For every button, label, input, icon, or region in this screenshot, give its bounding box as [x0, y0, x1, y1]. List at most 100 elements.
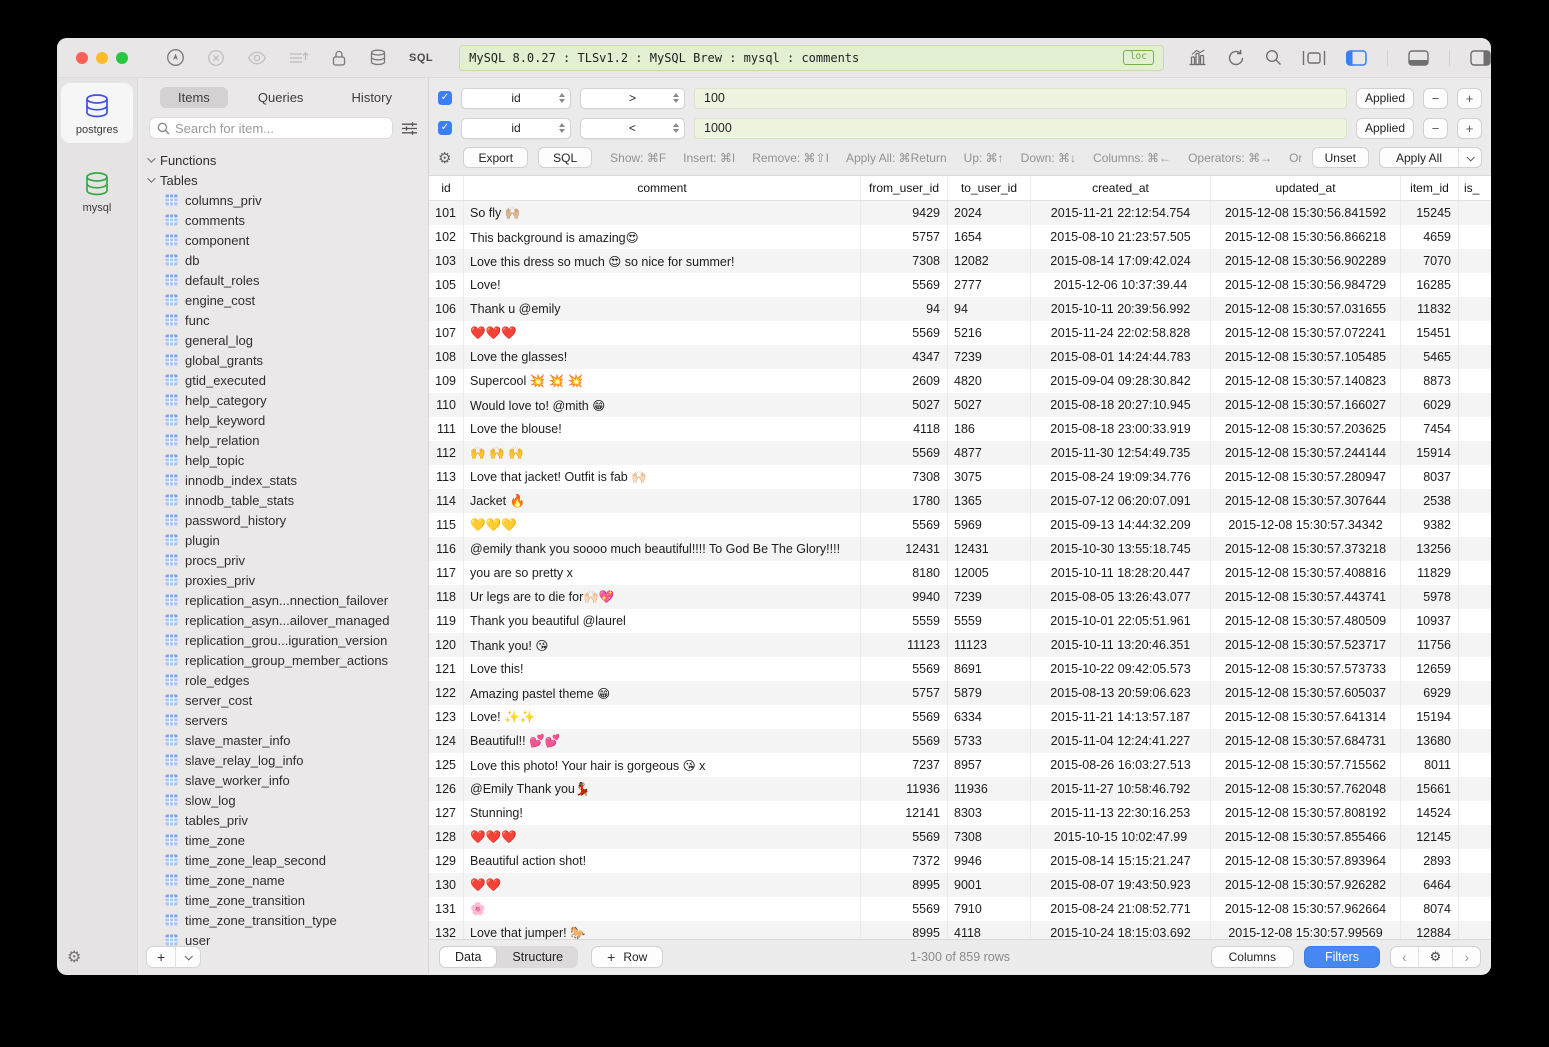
cell-from-user-id[interactable]: 9429: [861, 201, 948, 225]
cell-item-id[interactable]: 7070: [1401, 249, 1459, 273]
cell-from-user-id[interactable]: 2609: [861, 369, 948, 393]
cell-created-at[interactable]: 2015-08-05 13:26:43.077: [1031, 585, 1211, 609]
cell-from-user-id[interactable]: 94: [861, 297, 948, 321]
cell-id[interactable]: 132: [429, 921, 464, 939]
cell-created-at[interactable]: 2015-08-01 14:24:44.783: [1031, 345, 1211, 369]
lock-icon[interactable]: [331, 49, 347, 67]
cell-is[interactable]: [1459, 417, 1491, 441]
sidebar-table-item[interactable]: slave_relay_log_info: [138, 750, 428, 770]
cell-comment[interactable]: Love this photo! Your hair is gorgeous 😘…: [464, 753, 861, 777]
table-row[interactable]: 113 Love that jacket! Outfit is fab 🙌🏻 7…: [429, 465, 1491, 489]
cell-created-at[interactable]: 2015-08-14 17:09:42.024: [1031, 249, 1211, 273]
filter-enabled-checkbox[interactable]: ✓: [438, 121, 452, 135]
column-header-updated-at[interactable]: updated_at: [1211, 176, 1401, 200]
cell-item-id[interactable]: 11832: [1401, 297, 1459, 321]
cell-is[interactable]: [1459, 633, 1491, 657]
cell-is[interactable]: [1459, 777, 1491, 801]
cell-is[interactable]: [1459, 585, 1491, 609]
toggle-right-panel-icon[interactable]: [1470, 50, 1491, 66]
table-row[interactable]: 119 Thank you beautiful @laurel 5559 555…: [429, 609, 1491, 633]
cell-to-user-id[interactable]: 12431: [948, 537, 1031, 561]
cell-is[interactable]: [1459, 705, 1491, 729]
cell-item-id[interactable]: 2538: [1401, 489, 1459, 513]
cell-updated-at[interactable]: 2015-12-08 15:30:56.984729: [1211, 273, 1401, 297]
cell-comment[interactable]: Thank you! 😘: [464, 633, 861, 657]
cell-to-user-id[interactable]: 7239: [948, 345, 1031, 369]
cell-from-user-id[interactable]: 5569: [861, 825, 948, 849]
sidebar-table-item[interactable]: global_grants: [138, 350, 428, 370]
cell-created-at[interactable]: 2015-10-01 22:05:51.961: [1031, 609, 1211, 633]
tab-items[interactable]: Items: [160, 87, 228, 108]
table-row[interactable]: 115 💛💛💛 5569 5969 2015-09-13 14:44:32.20…: [429, 513, 1491, 537]
sidebar-table-item[interactable]: func: [138, 310, 428, 330]
cell-is[interactable]: [1459, 441, 1491, 465]
cell-created-at[interactable]: 2015-08-18 23:00:33.919: [1031, 417, 1211, 441]
cell-from-user-id[interactable]: 4118: [861, 417, 948, 441]
cell-from-user-id[interactable]: 12141: [861, 801, 948, 825]
cell-is[interactable]: [1459, 753, 1491, 777]
cell-updated-at[interactable]: 2015-12-08 15:30:56.841592: [1211, 201, 1401, 225]
cell-to-user-id[interactable]: 12082: [948, 249, 1031, 273]
filters-button[interactable]: Filters: [1304, 946, 1380, 968]
cell-updated-at[interactable]: 2015-12-08 15:30:57.605037: [1211, 681, 1401, 705]
sidebar-table-item[interactable]: help_category: [138, 390, 428, 410]
cell-from-user-id[interactable]: 5559: [861, 609, 948, 633]
sql-editor-icon[interactable]: SQL: [409, 52, 433, 64]
cell-comment[interactable]: Love! ✨✨: [464, 705, 861, 729]
sidebar-table-item[interactable]: comments: [138, 210, 428, 230]
cell-to-user-id[interactable]: 6334: [948, 705, 1031, 729]
cell-to-user-id[interactable]: 12005: [948, 561, 1031, 585]
close-window-button[interactable]: [76, 52, 88, 64]
cell-comment[interactable]: 💛💛💛: [464, 513, 861, 537]
filter-enabled-checkbox[interactable]: ✓: [438, 91, 452, 105]
add-filter-button[interactable]: +: [1457, 118, 1482, 139]
cell-to-user-id[interactable]: 9001: [948, 873, 1031, 897]
sidebar-table-item[interactable]: server_cost: [138, 690, 428, 710]
tree-group-functions[interactable]: Functions: [138, 150, 428, 170]
cell-id[interactable]: 108: [429, 345, 464, 369]
cell-updated-at[interactable]: 2015-12-08 15:30:57.808192: [1211, 801, 1401, 825]
table-row[interactable]: 114 Jacket 🔥 1780 1365 2015-07-12 06:20:…: [429, 489, 1491, 513]
table-row[interactable]: 106 Thank u @emily 94 94 2015-10-11 20:3…: [429, 297, 1491, 321]
sidebar-table-item[interactable]: general_log: [138, 330, 428, 350]
toggle-bottom-panel-icon[interactable]: [1408, 50, 1429, 66]
cell-created-at[interactable]: 2015-08-24 21:08:52.771: [1031, 897, 1211, 921]
sidebar-table-item[interactable]: role_edges: [138, 670, 428, 690]
cell-is[interactable]: [1459, 249, 1491, 273]
cell-is[interactable]: [1459, 729, 1491, 753]
cell-updated-at[interactable]: 2015-12-08 15:30:57.962664: [1211, 897, 1401, 921]
filter-field-select[interactable]: id: [461, 88, 571, 109]
cell-item-id[interactable]: 13680: [1401, 729, 1459, 753]
cell-updated-at[interactable]: 2015-12-08 15:30:57.480509: [1211, 609, 1401, 633]
table-row[interactable]: 131 🌸 5569 7910 2015-08-24 21:08:52.771 …: [429, 897, 1491, 921]
cell-is[interactable]: [1459, 801, 1491, 825]
sidebar-table-item[interactable]: slave_master_info: [138, 730, 428, 750]
cell-updated-at[interactable]: 2015-12-08 15:30:57.031655: [1211, 297, 1401, 321]
apply-all-dropdown[interactable]: [1458, 148, 1481, 167]
cell-item-id[interactable]: 6464: [1401, 873, 1459, 897]
cell-from-user-id[interactable]: 7308: [861, 465, 948, 489]
cell-comment[interactable]: So fly 🙌🏼: [464, 201, 861, 225]
chart-icon[interactable]: [1188, 49, 1207, 66]
cell-to-user-id[interactable]: 4118: [948, 921, 1031, 939]
cell-id[interactable]: 128: [429, 825, 464, 849]
table-row[interactable]: 105 Love! 5569 2777 2015-12-06 10:37:39.…: [429, 273, 1491, 297]
cell-created-at[interactable]: 2015-08-13 20:59:06.623: [1031, 681, 1211, 705]
cell-updated-at[interactable]: 2015-12-08 15:30:56.902289: [1211, 249, 1401, 273]
cell-from-user-id[interactable]: 7237: [861, 753, 948, 777]
cell-from-user-id[interactable]: 4347: [861, 345, 948, 369]
table-row[interactable]: 132 Love that jumper! 🐎 8995 4118 2015-1…: [429, 921, 1491, 939]
cell-to-user-id[interactable]: 1365: [948, 489, 1031, 513]
cell-item-id[interactable]: 16285: [1401, 273, 1459, 297]
cell-updated-at[interactable]: 2015-12-08 15:30:57.641314: [1211, 705, 1401, 729]
cell-is[interactable]: [1459, 849, 1491, 873]
cell-created-at[interactable]: 2015-09-04 09:28:30.842: [1031, 369, 1211, 393]
add-item-button[interactable]: +: [147, 949, 175, 965]
cell-item-id[interactable]: 15661: [1401, 777, 1459, 801]
columns-button[interactable]: Columns: [1211, 946, 1294, 968]
cell-is[interactable]: [1459, 345, 1491, 369]
apply-all-button[interactable]: Apply All: [1379, 147, 1482, 168]
cell-updated-at[interactable]: 2015-12-08 15:30:57.105485: [1211, 345, 1401, 369]
settings-gear-icon[interactable]: ⚙: [67, 947, 81, 967]
cell-comment[interactable]: Thank u @emily: [464, 297, 861, 321]
